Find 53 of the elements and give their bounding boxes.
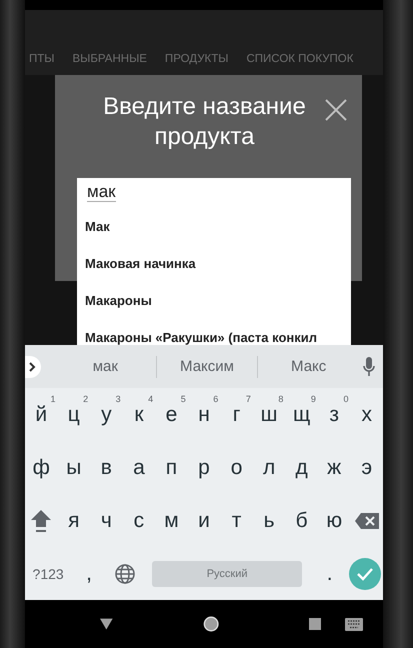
word-suggestion[interactable]: Макс (258, 357, 360, 376)
key[interactable]: с (122, 500, 156, 540)
key[interactable]: р (188, 448, 220, 488)
key[interactable]: ф (25, 448, 58, 488)
key[interactable]: м (155, 500, 188, 540)
key[interactable]: э (350, 448, 384, 488)
key[interactable]: , (71, 554, 107, 594)
key[interactable]: п (155, 448, 188, 488)
key[interactable]: о (220, 448, 253, 488)
key[interactable]: у 3 (90, 394, 123, 434)
word-suggestion[interactable]: Максим (156, 357, 258, 376)
key[interactable]: б (285, 500, 318, 540)
key[interactable]: ц 2 (58, 394, 90, 434)
key[interactable]: ь (252, 500, 286, 540)
key[interactable]: а (122, 448, 156, 488)
key[interactable]: щ 9 (285, 394, 318, 434)
back-icon[interactable] (100, 618, 113, 630)
key[interactable]: ю (318, 500, 350, 540)
key[interactable]: н 6 (188, 394, 220, 434)
key[interactable]: к 4 (122, 394, 156, 434)
key[interactable]: л (252, 448, 286, 488)
globe-icon[interactable] (114, 564, 135, 584)
suggestion-item[interactable]: Макароны «Ракушки» (паста конкил (77, 319, 351, 345)
key[interactable]: в (90, 448, 123, 488)
suggestion-item[interactable]: Мак (77, 208, 351, 245)
key[interactable]: ж (318, 448, 350, 488)
key[interactable]: ш 8 (252, 394, 286, 434)
key[interactable]: я (58, 500, 90, 540)
symbols-key[interactable]: ?123 (25, 554, 72, 594)
key[interactable]: е 5 (155, 394, 188, 434)
backspace-icon[interactable] (354, 512, 379, 528)
microphone-icon[interactable] (363, 356, 376, 376)
enter-check-icon[interactable] (349, 558, 382, 590)
input-field[interactable]: мак (77, 178, 351, 208)
close-icon[interactable] (324, 98, 348, 122)
suggestion-item[interactable]: Макароны (77, 282, 351, 319)
key[interactable]: т (220, 500, 253, 540)
key[interactable]: д (285, 448, 318, 488)
keyboard-icon[interactable] (345, 618, 363, 630)
shift-icon[interactable] (30, 508, 52, 532)
expand-icon[interactable] (25, 356, 41, 378)
key[interactable]: г 7 (220, 394, 253, 434)
key[interactable]: ч (90, 500, 123, 540)
key[interactable]: з 0 (318, 394, 350, 434)
suggestion-item[interactable]: Маковая начинка (77, 245, 351, 282)
dialog-title: Введите название продукта (102, 92, 307, 152)
key[interactable]: х (350, 394, 384, 434)
word-suggestion[interactable]: мак (55, 357, 156, 376)
key[interactable]: ы (58, 448, 90, 488)
key[interactable]: и (188, 500, 220, 540)
key[interactable]: . (312, 554, 348, 594)
home-icon[interactable] (202, 615, 219, 633)
key[interactable]: й 1 (25, 394, 58, 434)
